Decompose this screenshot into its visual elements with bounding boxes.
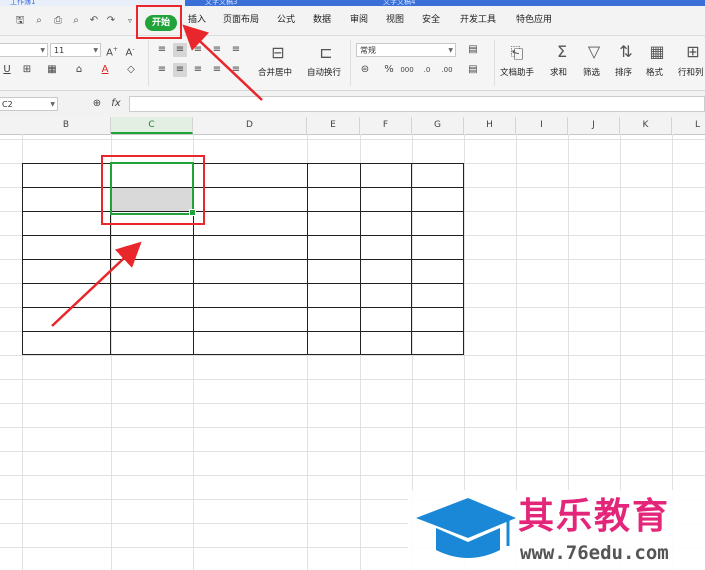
- arrow-to-start-tab: [182, 24, 263, 101]
- arrow-to-cells: [51, 241, 142, 327]
- watermark-url: www.76edu.com: [520, 542, 669, 564]
- annotation-arrows: [51, 24, 263, 327]
- watermark-logo: 其乐教育 www.76edu.com: [408, 490, 705, 570]
- graduation-cap-icon: [416, 498, 516, 558]
- watermark-brand: 其乐教育: [518, 496, 671, 537]
